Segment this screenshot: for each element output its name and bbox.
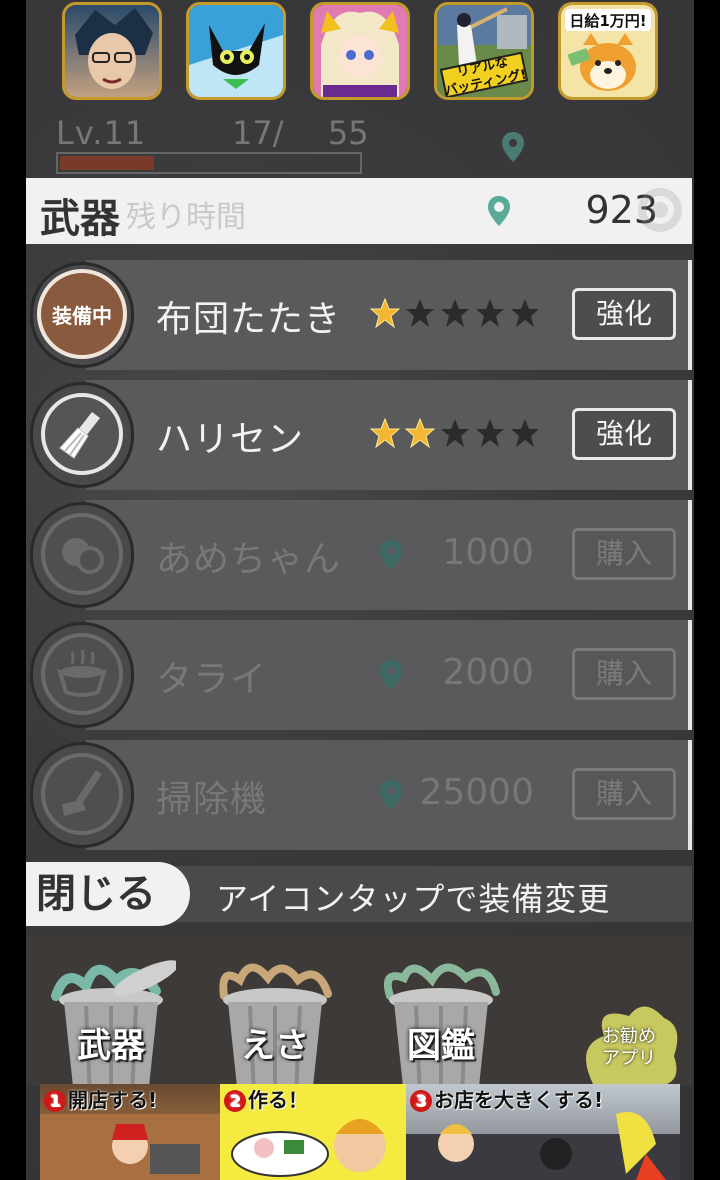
level-label: Lv.11 xyxy=(56,114,147,152)
harisen-fan-icon xyxy=(41,393,123,475)
recommended-apps-label: お勧め アプリ xyxy=(574,1026,684,1070)
weapon-row-vacuum-cleaner: 掃除機 25000 購入 xyxy=(26,740,692,850)
banner-step-1-caption: 1 開店する! xyxy=(44,1084,157,1113)
banner-step-3-caption: 3 お店を大きくする! xyxy=(410,1084,603,1113)
nav-food-button[interactable]: えさ xyxy=(210,956,340,1086)
price-gem-icon xyxy=(380,540,402,574)
black-cat-ad-icon[interactable] xyxy=(186,2,286,100)
weapon-icon-slot[interactable] xyxy=(30,622,134,728)
player-status: Lv.11 17/ 55 xyxy=(56,112,676,174)
recommended-apps-button[interactable]: お勧め アプリ xyxy=(574,996,684,1086)
star-empty-icon xyxy=(476,299,504,327)
weapon-price: 25000 xyxy=(419,772,534,813)
star-empty-icon xyxy=(476,419,504,447)
weapon-price: 2000 xyxy=(442,652,534,693)
weapon-icon-slot[interactable] xyxy=(30,742,134,848)
remaining-time-ghost-label: 残り時間 xyxy=(126,200,246,235)
bottom-navigation: 武器 えさ 図鑑 お勧め アプリ xyxy=(26,936,692,1086)
screen-frame: リアルな バッティング! 日給1万円! Lv.11 17/ 55 残り時間 武器… xyxy=(0,0,720,1180)
map-pin-icon xyxy=(502,132,524,166)
nav-weapons-button[interactable]: 武器 xyxy=(46,956,179,1086)
step-number-badge: 3 xyxy=(410,1090,432,1112)
manga-character-ad-icon[interactable] xyxy=(62,2,162,100)
exp-max: 55 xyxy=(327,114,369,152)
exp-bar xyxy=(56,152,362,174)
price-gem-icon xyxy=(380,780,402,814)
gear-icon xyxy=(630,180,690,244)
star-empty-icon xyxy=(511,419,539,447)
star-filled-icon xyxy=(370,418,400,448)
recommended-apps-label-line2: アプリ xyxy=(602,1048,656,1069)
step-number-badge: 1 xyxy=(44,1090,66,1112)
close-bar: 閉じる アイコンタップで装備変更 xyxy=(26,862,692,926)
weapon-name: ハリセン xyxy=(156,419,305,460)
weapon-icon-slot[interactable] xyxy=(30,382,134,488)
nav-encyclopedia-button[interactable]: 図鑑 xyxy=(376,956,506,1086)
weapon-icon-slot[interactable] xyxy=(30,502,134,608)
weapon-row-harisen: ハリセン 強化 xyxy=(26,380,692,490)
star-empty-icon xyxy=(406,299,434,327)
star-empty-icon xyxy=(441,299,469,327)
recommended-apps-label-line1: お勧め xyxy=(602,1026,656,1047)
star-empty-icon xyxy=(511,299,539,327)
weapon-row-futon-beater: 装備中 布団たたき 強化 xyxy=(26,260,692,370)
upgrade-button[interactable]: 強化 xyxy=(572,408,676,460)
exp-bar-fill xyxy=(60,156,154,170)
star-filled-icon xyxy=(405,418,435,448)
currency-gem-icon xyxy=(488,196,510,226)
ad-icon-row: リアルな バッティング! 日給1万円! xyxy=(0,0,720,104)
banner-step-2: 2 作る！ xyxy=(220,1084,406,1180)
banner-step-3-text: お店を大きくする! xyxy=(434,1088,604,1112)
star-filled-icon xyxy=(370,298,400,328)
svg-text:日給1万円!: 日給1万円! xyxy=(569,12,646,30)
step-number-badge: 2 xyxy=(224,1090,246,1112)
banner-step-2-caption: 2 作る！ xyxy=(224,1084,308,1113)
shiba-dog-ad-icon[interactable]: 日給1万円! xyxy=(558,2,658,100)
price-gem-icon xyxy=(380,660,402,694)
weapon-name: あめちゃん xyxy=(156,539,342,580)
banner-step-1-text: 開店する! xyxy=(68,1088,158,1112)
weapon-price: 1000 xyxy=(442,532,534,573)
weapon-row-candy: あめちゃん 1000 購入 xyxy=(26,500,692,610)
weapon-name: 掃除機 xyxy=(156,779,268,820)
close-button[interactable]: 閉じる xyxy=(26,862,190,926)
anime-girl-ad-icon[interactable] xyxy=(310,2,410,100)
nav-weapons-label: 武器 xyxy=(77,1026,145,1066)
buy-button[interactable]: 購入 xyxy=(572,768,676,820)
equip-hint-text: アイコンタップで装備変更 xyxy=(216,880,611,918)
weapon-name: 布団たたき xyxy=(156,299,342,340)
star-empty-icon xyxy=(441,419,469,447)
buy-button[interactable]: 購入 xyxy=(572,528,676,580)
weapon-icon-slot[interactable]: 装備中 xyxy=(30,262,134,368)
weapon-name: タライ xyxy=(156,659,268,700)
weapons-header: 残り時間 武器 923 xyxy=(26,178,692,244)
washtub-icon xyxy=(41,633,123,715)
vacuum-cleaner-icon xyxy=(41,753,123,835)
upgrade-button[interactable]: 強化 xyxy=(572,288,676,340)
equipped-badge-label: 装備中 xyxy=(52,303,112,328)
weapon-rarity-stars xyxy=(370,298,540,328)
weapon-row-washtub: タライ 2000 購入 xyxy=(26,620,692,730)
equipped-badge: 装備中 xyxy=(37,269,127,359)
nav-encyclopedia-label: 図鑑 xyxy=(407,1026,475,1066)
buy-button[interactable]: 購入 xyxy=(572,648,676,700)
page-title: 武器 xyxy=(40,196,120,242)
nav-food-label: えさ xyxy=(241,1026,309,1066)
banner-step-1: 1 開店する! xyxy=(40,1084,220,1180)
banner-step-2-text: 作る！ xyxy=(248,1088,308,1112)
weapon-rarity-stars xyxy=(370,418,540,448)
candy-icon xyxy=(41,513,123,595)
baseball-batting-ad-icon[interactable]: リアルな バッティング! xyxy=(434,2,534,100)
exp-counter: 17/ 55 xyxy=(232,114,369,152)
banner-step-3: 3 お店を大きくする! xyxy=(406,1084,680,1180)
exp-current: 17/ xyxy=(232,114,284,152)
ad-banner[interactable]: 1 開店する! 2 作る！ 3 お店を大きくする! xyxy=(40,1084,680,1180)
